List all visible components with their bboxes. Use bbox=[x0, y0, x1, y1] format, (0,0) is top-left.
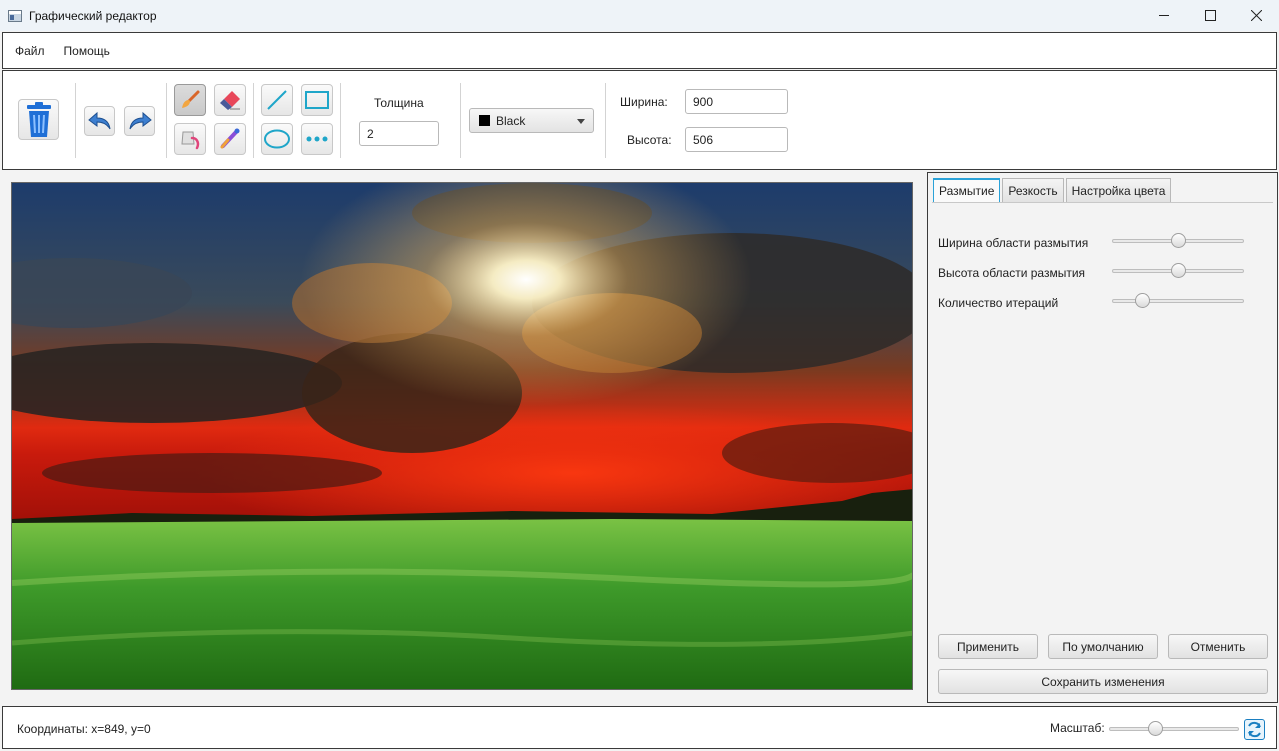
dotted-line-icon bbox=[306, 136, 328, 142]
tool-brush[interactable] bbox=[174, 84, 206, 116]
rectangle-icon bbox=[305, 91, 329, 109]
save-changes-button[interactable]: Сохранить изменения bbox=[938, 669, 1268, 694]
toolbar-separator bbox=[340, 83, 341, 158]
toolbar-separator bbox=[166, 83, 167, 158]
tab-sharpness[interactable]: Резкость bbox=[1002, 178, 1064, 202]
zoom-label: Масштаб: bbox=[1050, 721, 1105, 735]
toolbar-separator bbox=[605, 83, 606, 158]
zoom-reset-button[interactable] bbox=[1244, 719, 1265, 740]
height-input[interactable] bbox=[685, 127, 788, 152]
iterations-slider[interactable] bbox=[1112, 293, 1244, 309]
menu-bar: Файл Помощь bbox=[2, 32, 1277, 69]
close-icon bbox=[1250, 10, 1262, 21]
color-swatch bbox=[479, 115, 490, 126]
title-bar: Графический редактор bbox=[0, 0, 1279, 31]
close-button[interactable] bbox=[1233, 0, 1279, 31]
toolbar: Толщина Black Ширина: Высота: bbox=[2, 70, 1277, 170]
tool-line[interactable] bbox=[261, 84, 293, 116]
slider-thumb[interactable] bbox=[1135, 293, 1151, 308]
slider-thumb[interactable] bbox=[1171, 263, 1186, 278]
clear-canvas-button[interactable] bbox=[18, 99, 59, 140]
thickness-label: Толщина bbox=[374, 96, 424, 110]
redo-icon bbox=[129, 111, 152, 130]
tab-blur[interactable]: Размытие bbox=[933, 178, 1001, 202]
color-select-value: Black bbox=[496, 113, 526, 128]
blur-height-label: Высота области размытия bbox=[938, 266, 1086, 280]
undo-icon bbox=[87, 111, 110, 130]
fill-bucket-icon bbox=[181, 131, 200, 150]
maximize-icon bbox=[1204, 10, 1216, 21]
filter-tabs: Размытие Резкость Настройка цвета bbox=[933, 178, 1173, 202]
slider-thumb[interactable] bbox=[1171, 233, 1186, 248]
maximize-button[interactable] bbox=[1187, 0, 1233, 31]
tool-rectangle[interactable] bbox=[301, 84, 333, 116]
eyedropper-icon bbox=[220, 128, 240, 149]
blur-width-slider[interactable] bbox=[1112, 233, 1244, 249]
toolbar-separator bbox=[253, 83, 254, 158]
blur-width-row: Ширина области размытия bbox=[938, 233, 1268, 253]
app-icon bbox=[8, 9, 22, 22]
toolbar-separator bbox=[460, 83, 461, 158]
slider-track bbox=[1112, 299, 1244, 303]
drawing-canvas[interactable] bbox=[11, 182, 913, 690]
window-controls bbox=[1141, 0, 1279, 31]
blur-height-row: Высота области размытия bbox=[938, 263, 1268, 283]
blur-height-slider[interactable] bbox=[1112, 263, 1244, 279]
default-button[interactable]: По умолчанию bbox=[1048, 634, 1158, 659]
tool-eraser[interactable] bbox=[214, 84, 246, 116]
eraser-icon bbox=[220, 91, 240, 110]
blur-width-label: Ширина области размытия bbox=[938, 236, 1089, 250]
status-bar: Координаты: x=849, y=0 Масштаб: bbox=[2, 706, 1277, 749]
coordinates-readout: Координаты: x=849, y=0 bbox=[17, 722, 151, 736]
width-label: Ширина: bbox=[620, 95, 668, 109]
canvas-image bbox=[12, 183, 912, 689]
blur-tab-content: Ширина области размытия Высота области р… bbox=[932, 202, 1273, 699]
thickness-input[interactable] bbox=[359, 121, 439, 146]
minimize-button[interactable] bbox=[1141, 0, 1187, 31]
height-label: Высота: bbox=[627, 133, 672, 147]
tool-dots[interactable] bbox=[301, 123, 333, 155]
color-select[interactable]: Black bbox=[469, 108, 594, 133]
undo-button[interactable] bbox=[84, 106, 115, 136]
tab-color-adjustment[interactable]: Настройка цвета bbox=[1065, 178, 1172, 202]
minimize-icon bbox=[1158, 15, 1169, 16]
apply-button[interactable]: Применить bbox=[938, 634, 1038, 659]
tool-fill[interactable] bbox=[174, 123, 206, 155]
zoom-slider[interactable] bbox=[1109, 721, 1239, 737]
tool-eyedropper[interactable] bbox=[214, 123, 246, 155]
chevron-down-icon bbox=[577, 119, 585, 124]
slider-thumb[interactable] bbox=[1147, 721, 1163, 736]
trash-icon bbox=[26, 101, 51, 137]
tool-ellipse[interactable] bbox=[261, 123, 293, 155]
iterations-label: Количество итераций bbox=[938, 296, 1059, 310]
slider-track bbox=[1109, 727, 1239, 731]
cancel-button[interactable]: Отменить bbox=[1168, 634, 1268, 659]
menu-file[interactable]: Файл bbox=[15, 42, 45, 60]
redo-button[interactable] bbox=[124, 106, 155, 136]
line-icon bbox=[267, 90, 287, 110]
window-title: Графический редактор bbox=[29, 8, 157, 23]
brush-icon bbox=[182, 90, 200, 108]
filters-panel: Размытие Резкость Настройка цвета Ширина… bbox=[927, 172, 1278, 703]
refresh-icon bbox=[1248, 721, 1261, 738]
ellipse-icon bbox=[264, 129, 290, 149]
iterations-row: Количество итераций bbox=[938, 293, 1268, 313]
menu-help[interactable]: Помощь bbox=[64, 42, 110, 60]
toolbar-separator bbox=[75, 83, 76, 158]
width-input[interactable] bbox=[685, 89, 788, 114]
